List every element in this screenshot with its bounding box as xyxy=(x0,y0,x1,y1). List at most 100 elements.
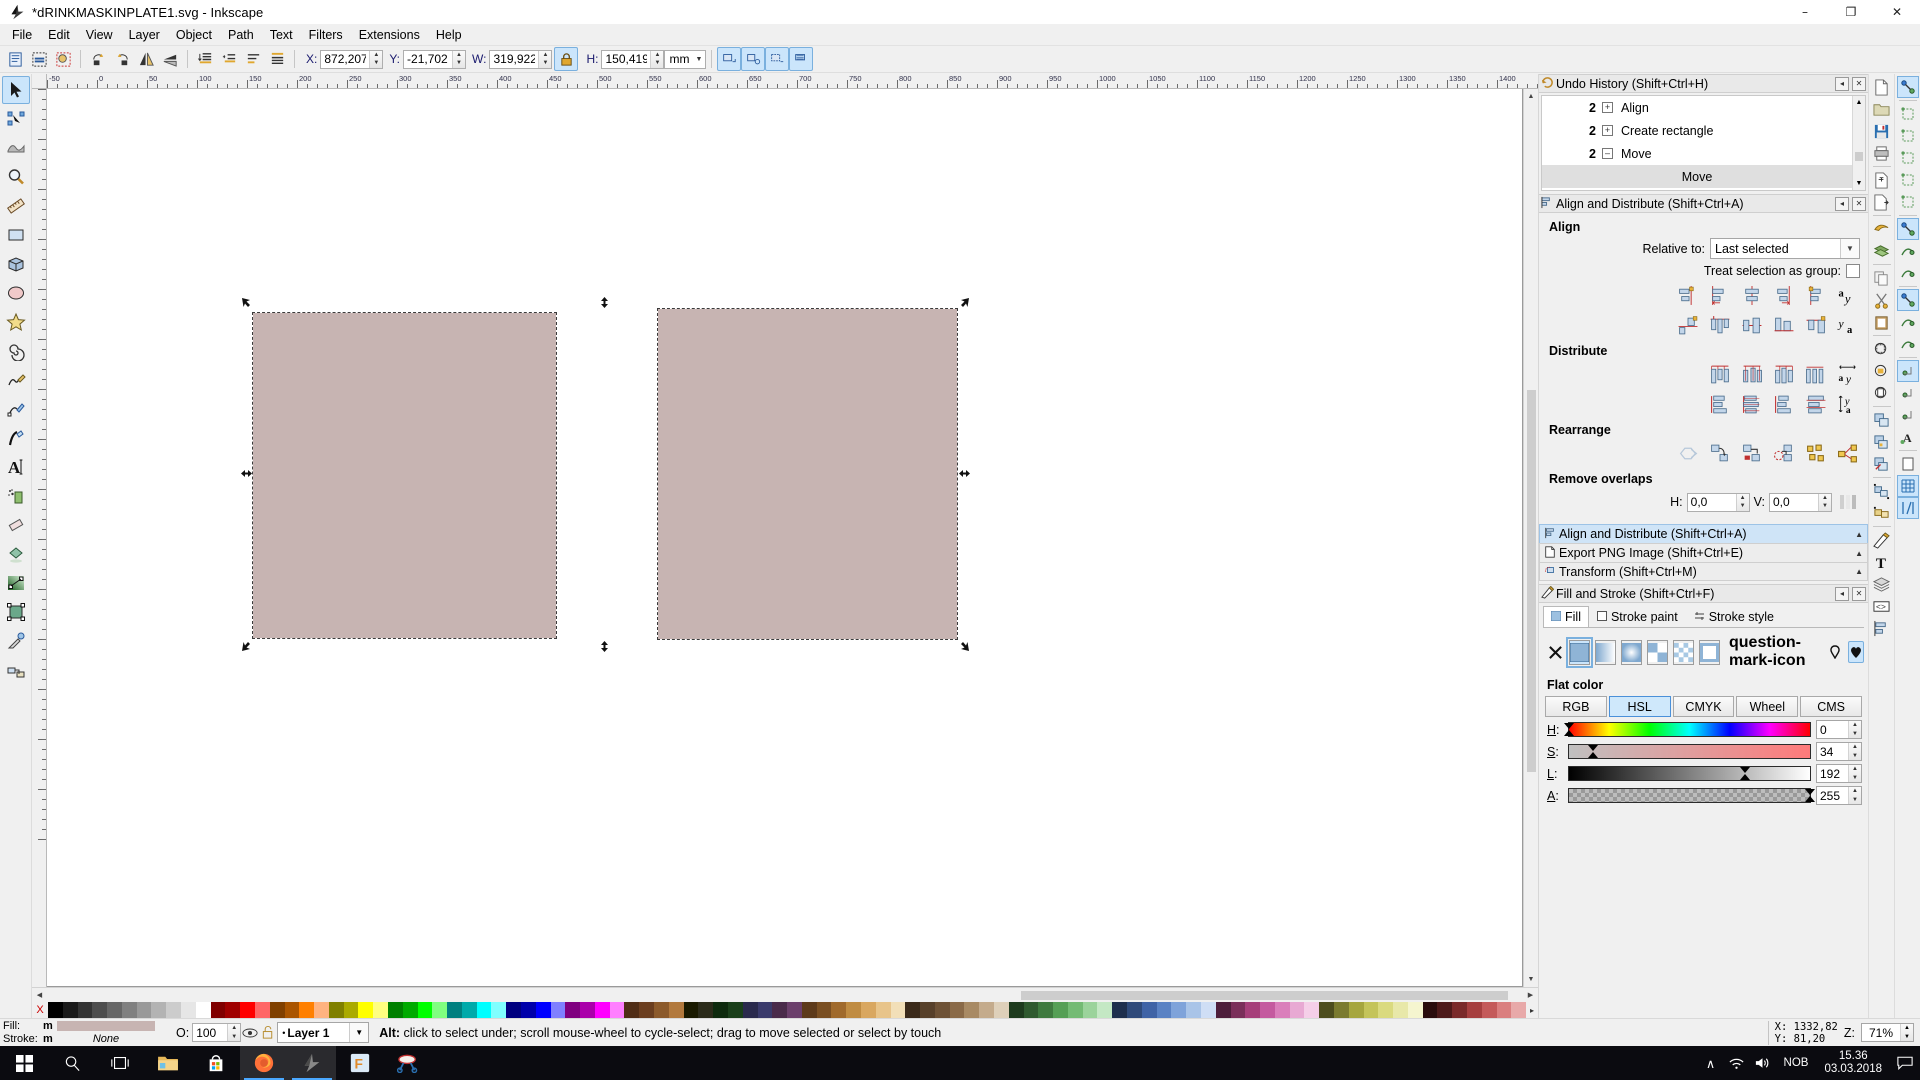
dock-tab-align-distribute[interactable]: Align and Distribute (Shift+Ctrl+A) ▲ xyxy=(1539,524,1868,543)
palette-swatch[interactable] xyxy=(1289,1002,1305,1018)
scroll-down-icon[interactable]: ▼ xyxy=(1524,972,1539,987)
windows-start-icon[interactable] xyxy=(0,1046,48,1080)
alpha-slider[interactable] xyxy=(1568,788,1815,803)
align-right-edge-to-left-anchor-icon[interactable] xyxy=(1676,283,1700,307)
menu-extensions[interactable]: Extensions xyxy=(351,26,428,45)
palette-swatch[interactable] xyxy=(299,1002,315,1018)
palette-swatch[interactable] xyxy=(506,1002,521,1018)
palette-swatch[interactable] xyxy=(979,1002,994,1018)
palette-swatch[interactable] xyxy=(432,1002,448,1018)
deselect-icon[interactable] xyxy=(51,47,75,71)
align-top-edges-icon[interactable] xyxy=(1708,313,1732,337)
x-spinner[interactable]: ▲▼ xyxy=(320,49,384,69)
chevron-down-icon[interactable]: ▼ xyxy=(349,1023,369,1042)
snap-others[interactable] xyxy=(1896,360,1919,382)
print-icon[interactable] xyxy=(1871,142,1893,164)
lock-closed-icon[interactable] xyxy=(554,47,579,71)
palette-none-swatch[interactable]: X xyxy=(32,1002,48,1018)
palette-swatch[interactable] xyxy=(387,1002,403,1018)
palette-swatch[interactable] xyxy=(949,1002,965,1018)
palette-swatch[interactable] xyxy=(1274,1002,1290,1018)
taskbar-fusion360[interactable]: F xyxy=(336,1046,384,1080)
palette-swatch[interactable] xyxy=(181,1002,196,1018)
duplicate-icon[interactable] xyxy=(1871,409,1893,431)
palette-swatch[interactable] xyxy=(1200,1002,1216,1018)
distribute-centers-vertically-icon[interactable] xyxy=(1740,392,1764,416)
undo-row-align[interactable]: 2 + Align xyxy=(1542,96,1852,119)
palette-swatch[interactable] xyxy=(535,1002,551,1018)
xml-editor-icon[interactable]: <> xyxy=(1871,595,1893,617)
fill-rule-evenodd-icon[interactable] xyxy=(1827,641,1843,663)
distribute-top-edges-icon[interactable] xyxy=(1708,392,1732,416)
scroll-up-icon[interactable]: ▲ xyxy=(1524,89,1539,104)
layers-dialog-icon[interactable] xyxy=(1871,573,1893,595)
flip-horizontal-icon[interactable] xyxy=(134,47,158,71)
snap-bbox-edges[interactable] xyxy=(1897,125,1919,147)
palette-swatch[interactable] xyxy=(240,1002,255,1018)
rotate-ccw-icon[interactable] xyxy=(86,47,110,71)
caret-up-icon[interactable]: ▲ xyxy=(1855,567,1863,576)
unclump-objects-icon[interactable] xyxy=(1836,441,1860,465)
palette-swatch[interactable] xyxy=(1467,1002,1482,1018)
zoom-selection-icon[interactable] xyxy=(1871,338,1893,360)
close-button[interactable]: ✕ xyxy=(1874,0,1920,25)
selection-handle-s[interactable] xyxy=(599,641,610,652)
hue-input-box[interactable]: ▲▼ xyxy=(1816,720,1862,739)
horizontal-scrollbar[interactable]: ◀ ▶ xyxy=(32,987,1538,1002)
rotate-cw-icon[interactable] xyxy=(110,47,134,71)
tab-stroke-style[interactable]: Stroke style xyxy=(1686,606,1782,627)
palette-swatch[interactable] xyxy=(461,1002,477,1018)
palette-swatch[interactable] xyxy=(269,1002,285,1018)
vertical-scrollbar[interactable]: ▲ ▼ xyxy=(1523,89,1538,987)
ungroup-icon[interactable] xyxy=(741,47,766,71)
dock-tab-transform[interactable]: Transform (Shift+Ctrl+M) ▲ xyxy=(1539,562,1868,581)
selection-handle-w[interactable] xyxy=(241,468,252,479)
palette-swatch[interactable] xyxy=(343,1002,359,1018)
w-spinner[interactable]: ▲▼ xyxy=(489,49,553,69)
palette-swatch[interactable] xyxy=(1393,1002,1408,1018)
open-document-icon[interactable] xyxy=(1871,98,1893,120)
align-panel-close-button[interactable]: ✕ xyxy=(1852,196,1866,211)
units-select[interactable]: mm ▼ xyxy=(664,49,707,69)
palette-swatch[interactable] xyxy=(1378,1002,1394,1018)
linear-gradient-icon[interactable] xyxy=(1595,639,1616,665)
palette-swatch[interactable] xyxy=(1230,1002,1246,1018)
box3d-tool[interactable] xyxy=(2,250,30,278)
paint-bucket-tool[interactable] xyxy=(2,540,30,568)
scroll-up-icon[interactable]: ▲ xyxy=(1853,96,1865,109)
flip-vertical-icon[interactable] xyxy=(158,47,182,71)
palette-swatch[interactable] xyxy=(254,1002,270,1018)
relative-to-select[interactable]: Last selected ▼ xyxy=(1710,238,1860,259)
palette-swatch[interactable] xyxy=(151,1002,167,1018)
x-input[interactable] xyxy=(321,50,370,68)
fill-rule-nonzero-icon[interactable] xyxy=(1848,641,1864,663)
lower-to-bottom-icon[interactable] xyxy=(265,47,289,71)
palette-swatch[interactable] xyxy=(905,1002,921,1018)
snap-bbox-centers[interactable] xyxy=(1897,191,1919,213)
dropper-tool[interactable] xyxy=(2,627,30,655)
palette-swatch[interactable] xyxy=(594,1002,610,1018)
palette-swatch[interactable] xyxy=(1481,1002,1497,1018)
selection-handle-ne[interactable] xyxy=(959,297,970,308)
palette-swatch[interactable] xyxy=(402,1002,418,1018)
minimize-button[interactable]: – xyxy=(1782,0,1828,25)
tab-stroke-paint[interactable]: Stroke paint xyxy=(1589,606,1686,627)
palette-swatch[interactable] xyxy=(816,1002,832,1018)
palette-swatch[interactable] xyxy=(787,1002,802,1018)
palette-swatch[interactable] xyxy=(565,1002,581,1018)
caret-up-icon[interactable]: ▲ xyxy=(1855,530,1863,539)
palette-swatch[interactable] xyxy=(447,1002,462,1018)
rectangle-tool[interactable] xyxy=(2,221,30,249)
palette-swatch[interactable] xyxy=(1496,1002,1512,1018)
snap-bounding-box[interactable] xyxy=(1897,103,1919,125)
undo-row-create-rectangle[interactable]: 2 + Create rectangle xyxy=(1542,119,1852,142)
palette-swatch[interactable] xyxy=(609,1002,625,1018)
hue-slider[interactable] xyxy=(1564,722,1811,737)
menu-edit[interactable]: Edit xyxy=(40,26,78,45)
undo-history-collapse-button[interactable]: ◂ xyxy=(1835,76,1849,91)
palette-swatch[interactable] xyxy=(654,1002,669,1018)
overlap-h-input[interactable] xyxy=(1687,493,1736,511)
snap-rotation-centers[interactable] xyxy=(1897,404,1919,426)
lower-icon[interactable] xyxy=(241,47,265,71)
calligraphy-tool[interactable] xyxy=(2,424,30,452)
